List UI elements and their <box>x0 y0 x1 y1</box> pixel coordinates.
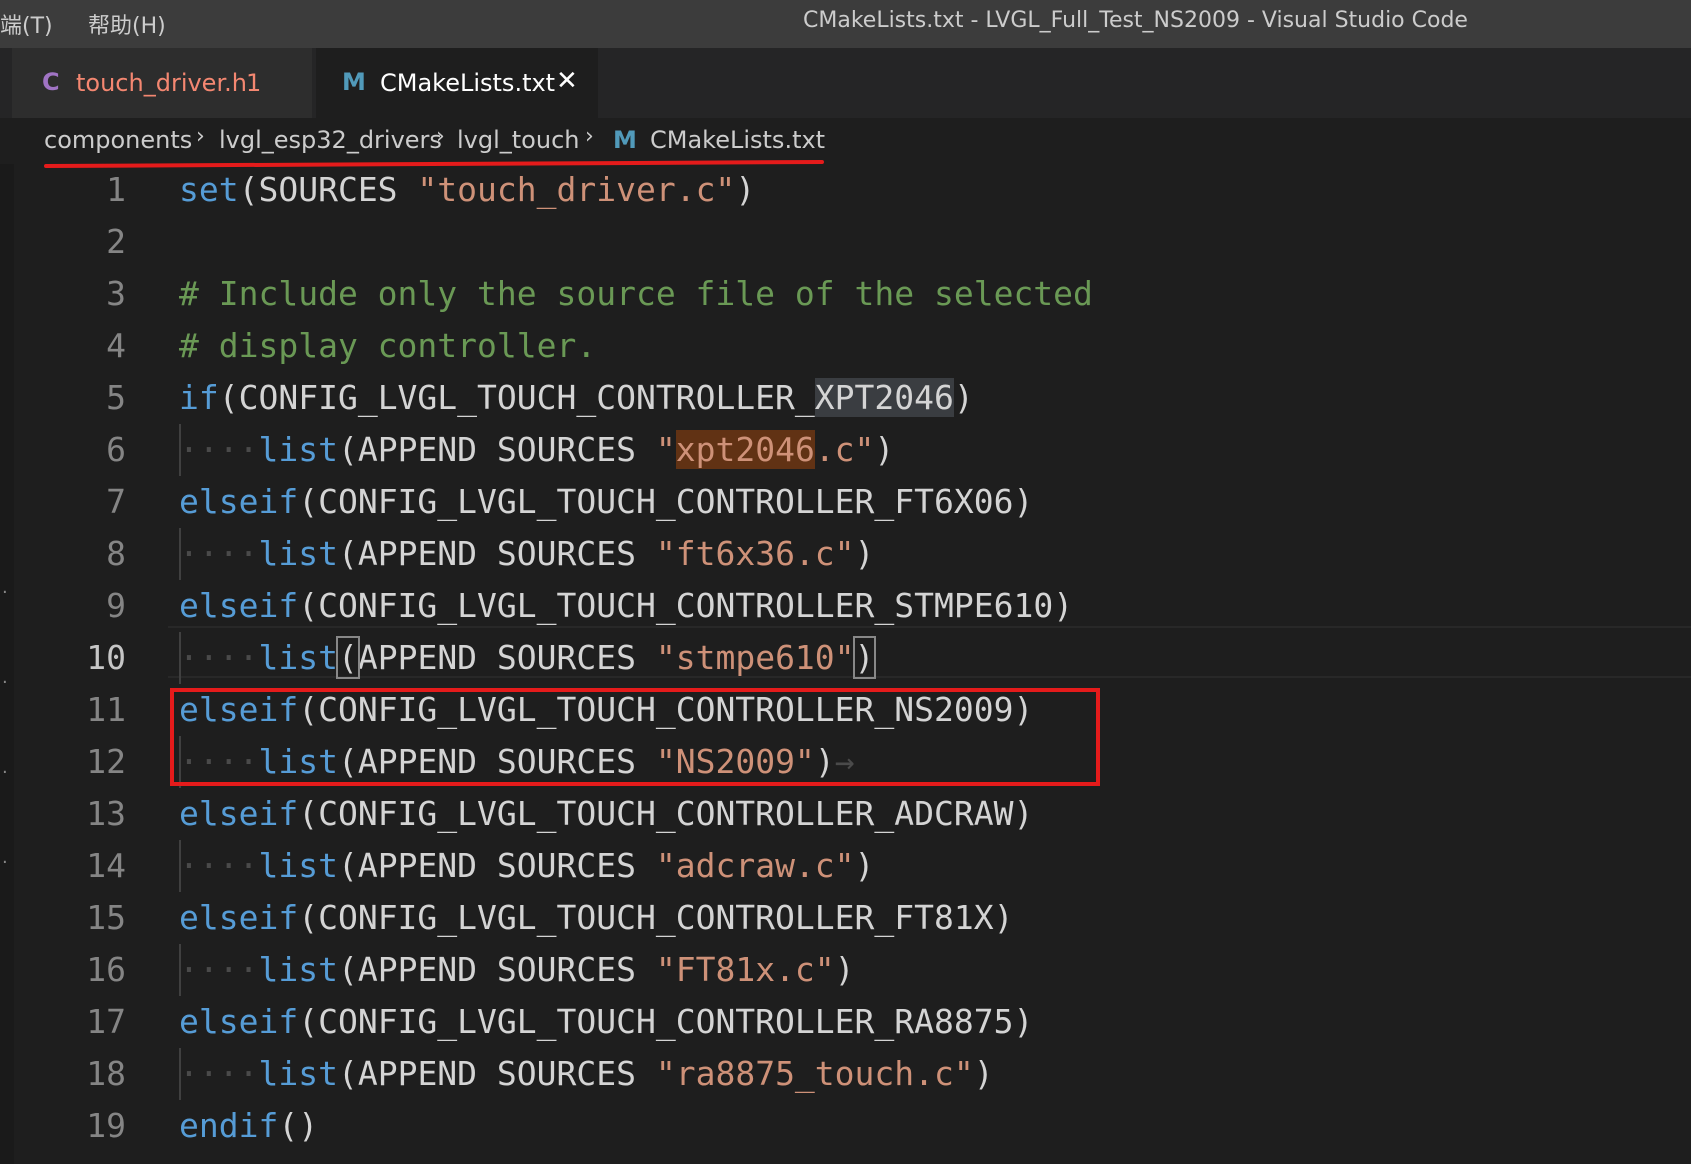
problem-count-badge: 1 <box>246 69 262 97</box>
code-line[interactable]: 9 elseif(CONFIG_LVGL_TOUCH_CONTROLLER_ST… <box>0 580 1691 632</box>
code-line[interactable]: 8 ····list(APPEND SOURCES "ft6x36.c") <box>0 528 1691 580</box>
code-line[interactable]: 4 # display controller. <box>0 320 1691 372</box>
line-content: ····list(APPEND SOURCES "stmpe610") <box>179 636 877 679</box>
breadcrumb-lvgl-esp32-drivers[interactable]: lvgl_esp32_drivers <box>219 126 442 154</box>
line-number: 13 <box>86 794 126 833</box>
line-content: set(SOURCES "touch_driver.c") <box>179 170 756 209</box>
line-number: 17 <box>86 1002 126 1041</box>
line-number: 19 <box>86 1106 126 1145</box>
code-line[interactable]: 7 elseif(CONFIG_LVGL_TOUCH_CONTROLLER_FT… <box>0 476 1691 528</box>
red-box-annotation <box>170 688 1100 786</box>
menu-terminal[interactable]: 端(T) <box>0 8 53 40</box>
code-editor[interactable]: 1 set(SOURCES "touch_driver.c") 2 3 # In… <box>0 164 1691 1164</box>
code-line[interactable]: 13 elseif(CONFIG_LVGL_TOUCH_CONTROLLER_A… <box>0 788 1691 840</box>
chevron-right-icon: › <box>436 124 445 149</box>
code-line[interactable]: 3 # Include only the source file of the … <box>0 268 1691 320</box>
line-content: ····list(APPEND SOURCES "adcraw.c") <box>179 846 875 885</box>
breadcrumb-file[interactable]: CMakeLists.txt <box>650 126 825 154</box>
line-number: 9 <box>106 586 126 625</box>
code-line[interactable]: 18 ····list(APPEND SOURCES "ra8875_touch… <box>0 1048 1691 1100</box>
code-line[interactable]: 17 elseif(CONFIG_LVGL_TOUCH_CONTROLLER_R… <box>0 996 1691 1048</box>
code-line[interactable]: 2 <box>0 216 1691 268</box>
line-number: 8 <box>106 534 126 573</box>
code-line[interactable]: 15 elseif(CONFIG_LVGL_TOUCH_CONTROLLER_F… <box>0 892 1691 944</box>
comment: # display controller. <box>179 326 597 365</box>
breadcrumb: components › lvgl_esp32_drivers › lvgl_t… <box>0 118 1691 164</box>
line-number: 3 <box>106 274 126 313</box>
selection-highlight: XPT2046 <box>814 378 954 417</box>
code-line[interactable]: 16 ····list(APPEND SOURCES "FT81x.c") <box>0 944 1691 996</box>
line-content: elseif(CONFIG_LVGL_TOUCH_CONTROLLER_ADCR… <box>179 794 1034 833</box>
line-number: 1 <box>106 170 126 209</box>
bracket-match: ( <box>335 636 360 679</box>
line-content: if(CONFIG_LVGL_TOUCH_CONTROLLER_XPT2046) <box>179 378 974 417</box>
code-line[interactable]: 5 if(CONFIG_LVGL_TOUCH_CONTROLLER_XPT204… <box>0 372 1691 424</box>
menu-help[interactable]: 帮助(H) <box>88 8 166 40</box>
close-icon[interactable]: ✕ <box>556 66 578 96</box>
c-file-icon: C <box>42 68 60 96</box>
line-number: 2 <box>106 222 126 261</box>
tab-cmakelists[interactable]: M CMakeLists.txt ✕ <box>316 48 598 118</box>
bracket-match: ) <box>852 636 877 679</box>
line-content: endif() <box>179 1106 319 1145</box>
line-content: elseif(CONFIG_LVGL_TOUCH_CONTROLLER_FT6X… <box>179 482 1034 521</box>
cmake-file-icon: M <box>342 68 366 96</box>
code-line[interactable]: 19 endif() <box>0 1100 1691 1152</box>
tab-label: touch_driver.h <box>76 69 247 97</box>
find-match-highlight: xpt2046 <box>675 430 815 469</box>
chevron-right-icon: › <box>196 124 205 149</box>
tab-strip: C touch_driver.h 1 M CMakeLists.txt ✕ <box>0 48 1691 118</box>
comment: # Include only the source file of the se… <box>179 274 1093 313</box>
title-bar: 端(T) 帮助(H) CMakeLists.txt - LVGL_Full_Te… <box>0 0 1691 48</box>
breadcrumb-lvgl-touch[interactable]: lvgl_touch <box>457 126 579 154</box>
line-number: 4 <box>106 326 126 365</box>
line-number: 18 <box>86 1054 126 1093</box>
line-number: 16 <box>86 950 126 989</box>
line-number: 12 <box>86 742 126 781</box>
code-line-active[interactable]: 10 ····list(APPEND SOURCES "stmpe610") <box>0 632 1691 684</box>
chevron-right-icon: › <box>585 124 594 149</box>
line-number: 7 <box>106 482 126 521</box>
line-content: elseif(CONFIG_LVGL_TOUCH_CONTROLLER_FT81… <box>179 898 1014 937</box>
line-content: elseif(CONFIG_LVGL_TOUCH_CONTROLLER_STMP… <box>179 586 1074 625</box>
tab-label: CMakeLists.txt <box>380 69 556 97</box>
line-content: elseif(CONFIG_LVGL_TOUCH_CONTROLLER_RA88… <box>179 1002 1034 1041</box>
code-line[interactable]: 6 ····list(APPEND SOURCES "xpt2046.c") <box>0 424 1691 476</box>
cmake-file-icon: M <box>613 126 637 154</box>
line-number: 14 <box>86 846 126 885</box>
line-number: 11 <box>86 690 126 729</box>
line-number: 5 <box>106 378 126 417</box>
line-content: ····list(APPEND SOURCES "xpt2046.c") <box>179 430 895 469</box>
tab-touch-driver[interactable]: C touch_driver.h 1 <box>12 48 312 118</box>
code-line[interactable]: 14 ····list(APPEND SOURCES "adcraw.c") <box>0 840 1691 892</box>
breadcrumb-components[interactable]: components <box>44 126 192 154</box>
line-number: 10 <box>86 638 126 677</box>
line-content: ····list(APPEND SOURCES "ft6x36.c") <box>179 534 875 573</box>
line-content: ····list(APPEND SOURCES "ra8875_touch.c"… <box>179 1054 994 1093</box>
line-number: 15 <box>86 898 126 937</box>
line-number: 6 <box>106 430 126 469</box>
line-content: ····list(APPEND SOURCES "FT81x.c") <box>179 950 855 989</box>
code-line[interactable]: 1 set(SOURCES "touch_driver.c") <box>0 164 1691 216</box>
window-title: CMakeLists.txt - LVGL_Full_Test_NS2009 -… <box>803 8 1468 33</box>
